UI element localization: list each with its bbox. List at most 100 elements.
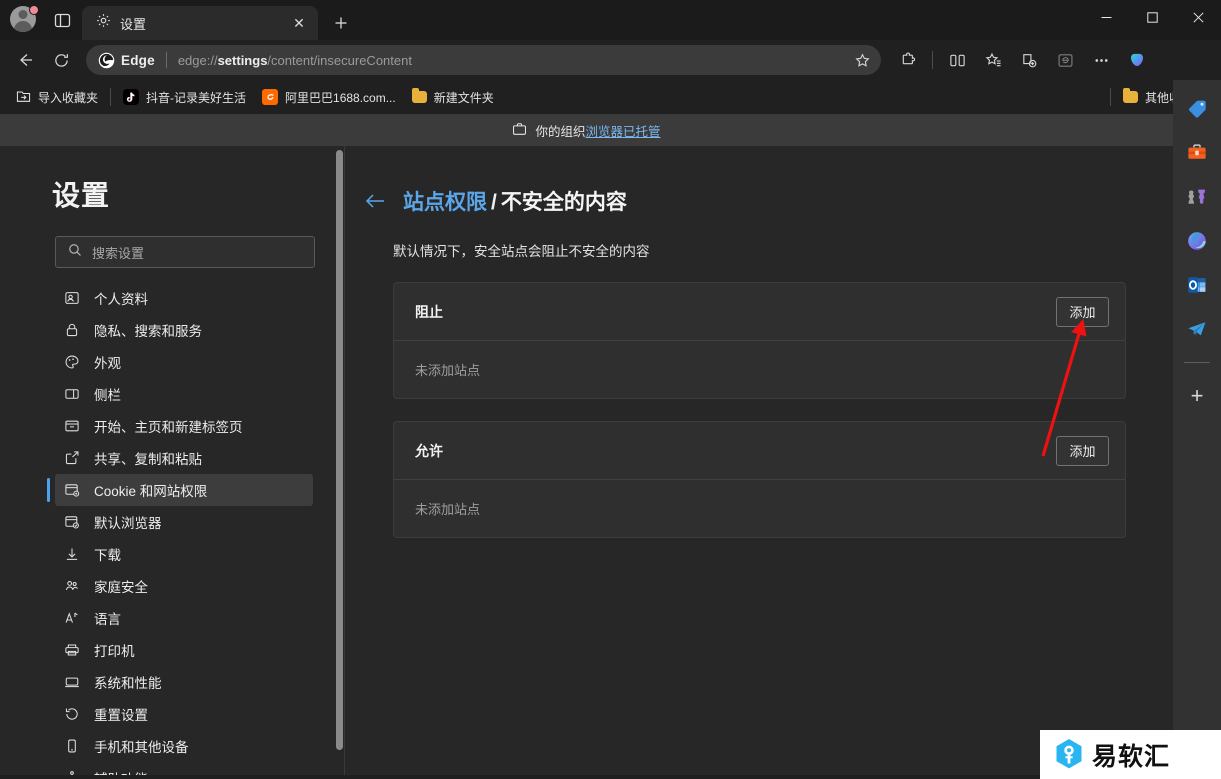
edge-sidebar-rail: + — [1173, 80, 1221, 779]
bookmarks-divider — [110, 88, 112, 106]
minimize-button[interactable] — [1083, 0, 1129, 34]
folder-icon — [411, 88, 427, 103]
sidebar-label-14: 手机和其他设备 — [94, 740, 189, 755]
sidebar-item-share[interactable]: 共享、复制和粘贴 — [55, 442, 313, 474]
allow-empty-text: 未添加站点 — [415, 502, 481, 517]
sidebar-item-privacy[interactable]: 隐私、搜索和服务 — [55, 314, 313, 346]
sidebar-item-default-browser[interactable]: 默认浏览器 — [55, 506, 313, 538]
games-icon[interactable] — [1182, 182, 1212, 212]
window-controls — [1083, 0, 1221, 40]
printer-icon — [63, 641, 81, 659]
tab-strip: 设置 ✕ — [0, 0, 1221, 40]
favorites-icon[interactable] — [976, 45, 1010, 75]
sidebar-item-sidebar[interactable]: 侧栏 — [55, 378, 313, 410]
microsoft365-icon[interactable] — [1182, 226, 1212, 256]
sidebar-label-10: 语言 — [94, 612, 121, 627]
sidebar-item-appearance[interactable]: 外观 — [55, 346, 313, 378]
language-icon — [63, 609, 81, 627]
sidebar-icon — [63, 385, 81, 403]
address-bar[interactable]: Edge edge://settings/content/insecureCon… — [86, 45, 881, 75]
collections-icon[interactable] — [1012, 45, 1046, 75]
browser-tab-settings[interactable]: 设置 ✕ — [82, 6, 318, 40]
sidebar-scrollbar[interactable] — [336, 150, 343, 750]
back-arrow-icon[interactable] — [365, 191, 387, 211]
favorite-star-icon[interactable] — [849, 47, 875, 73]
system-icon — [63, 673, 81, 691]
page-description: 默认情况下，安全站点会阻止不安全的内容 — [393, 244, 650, 259]
block-card-header: 阻止 添加 — [394, 283, 1125, 341]
watermark-logo-icon — [1056, 739, 1082, 769]
sidebar-label-2: 外观 — [94, 356, 121, 371]
more-options-icon[interactable] — [1084, 45, 1118, 75]
breadcrumb-link[interactable]: 站点权限 — [403, 191, 487, 214]
family-icon — [63, 577, 81, 595]
close-icon[interactable]: ✕ — [288, 12, 310, 34]
allow-card: 允许 添加 未添加站点 — [393, 421, 1126, 538]
refresh-icon[interactable] — [44, 45, 78, 75]
bookmark-item-0[interactable]: 抖音-记录美好生活 — [115, 84, 254, 110]
breadcrumb-text: 站点权限 / 不安全的内容 — [403, 186, 627, 216]
edge-brand-label: Edge — [121, 52, 155, 68]
maximize-button[interactable] — [1129, 0, 1175, 34]
toolbox-icon[interactable] — [1182, 138, 1212, 168]
navigation-toolbar: Edge edge://settings/content/insecureCon… — [0, 40, 1221, 80]
bookmarks-bar: 导入收藏夹 抖音-记录美好生活 阿里巴巴1688.com... 新建文件夹 其他… — [0, 80, 1221, 114]
bookmark-import[interactable]: 导入收藏夹 — [8, 84, 106, 110]
copilot-icon[interactable] — [1120, 45, 1154, 75]
ie-mode-icon[interactable] — [1048, 45, 1082, 75]
sidebar-item-startup[interactable]: 开始、主页和新建标签页 — [55, 410, 313, 442]
managed-banner-text: 你的组织浏览器已托管 — [535, 124, 661, 139]
outlook-icon[interactable] — [1182, 270, 1212, 300]
new-tab-button[interactable] — [326, 8, 356, 38]
split-screen-icon[interactable] — [940, 45, 974, 75]
sidebar-item-downloads[interactable]: 下载 — [55, 538, 313, 570]
sidebar-label-1: 隐私、搜索和服务 — [94, 324, 202, 339]
bookmark-item-2[interactable]: 新建文件夹 — [404, 84, 502, 110]
edge-logo-icon — [98, 52, 115, 68]
briefcase-icon — [512, 122, 527, 139]
back-icon[interactable] — [8, 45, 42, 75]
block-empty-text: 未添加站点 — [415, 363, 481, 378]
sidebar-item-printers[interactable]: 打印机 — [55, 634, 313, 666]
omnibox-divider — [165, 52, 167, 68]
sidebar-item-reset[interactable]: 重置设置 — [55, 698, 313, 730]
telegram-icon[interactable] — [1182, 314, 1212, 344]
lock-icon — [63, 321, 81, 339]
avatar-notification-dot — [29, 5, 39, 15]
add-sidebar-app-button[interactable]: + — [1182, 381, 1212, 411]
close-button[interactable] — [1175, 0, 1221, 34]
sidebar-item-system[interactable]: 系统和性能 — [55, 666, 313, 698]
sidebar-item-phone[interactable]: 手机和其他设备 — [55, 730, 313, 762]
download-icon — [63, 545, 81, 563]
bookmark-import-label: 导入收藏夹 — [38, 90, 99, 105]
profile-avatar[interactable] — [10, 5, 39, 34]
block-add-button[interactable]: 添加 — [1056, 296, 1109, 327]
reset-icon — [63, 705, 81, 723]
extensions-icon[interactable] — [891, 45, 925, 75]
block-card: 阻止 添加 未添加站点 — [393, 282, 1126, 399]
settings-nav-list: 个人资料 隐私、搜索和服务 外观 侧栏 开始、主页和新建标签页 共享、复制和粘贴… — [0, 282, 345, 779]
rail-divider — [1184, 362, 1210, 363]
sidebar-item-profile[interactable]: 个人资料 — [55, 282, 313, 314]
block-card-body: 未添加站点 — [394, 341, 1125, 398]
managed-banner-link[interactable]: 浏览器已托管 — [586, 125, 661, 139]
sidebar-label-12: 系统和性能 — [94, 676, 162, 691]
settings-sidebar: 设置 搜索设置 个人资料 隐私、搜索和服务 外观 侧栏 开始、主页和新建标签页 … — [0, 146, 345, 779]
bookmark-label-2: 新建文件夹 — [433, 90, 494, 105]
bottom-edge-strip — [0, 775, 1040, 779]
sidebar-item-family[interactable]: 家庭安全 — [55, 570, 313, 602]
tab-title: 设置 — [120, 16, 147, 32]
allow-add-button[interactable]: 添加 — [1056, 435, 1109, 466]
bookmark-item-1[interactable]: 阿里巴巴1688.com... — [254, 84, 404, 110]
cookie-icon — [63, 481, 81, 499]
tab-actions-icon[interactable] — [48, 6, 76, 34]
sidebar-label-6: Cookie 和网站权限 — [94, 484, 208, 499]
edge-brand-badge: Edge — [98, 52, 155, 69]
search-settings-input[interactable]: 搜索设置 — [55, 236, 315, 268]
sidebar-item-cookies[interactable]: Cookie 和网站权限 — [47, 474, 313, 506]
watermark: 易软汇 — [1040, 730, 1221, 779]
tab-strip-left-controls — [0, 0, 82, 40]
price-tag-icon[interactable] — [1182, 94, 1212, 124]
bookmarks-divider-right — [1109, 88, 1111, 106]
sidebar-item-languages[interactable]: 语言 — [55, 602, 313, 634]
